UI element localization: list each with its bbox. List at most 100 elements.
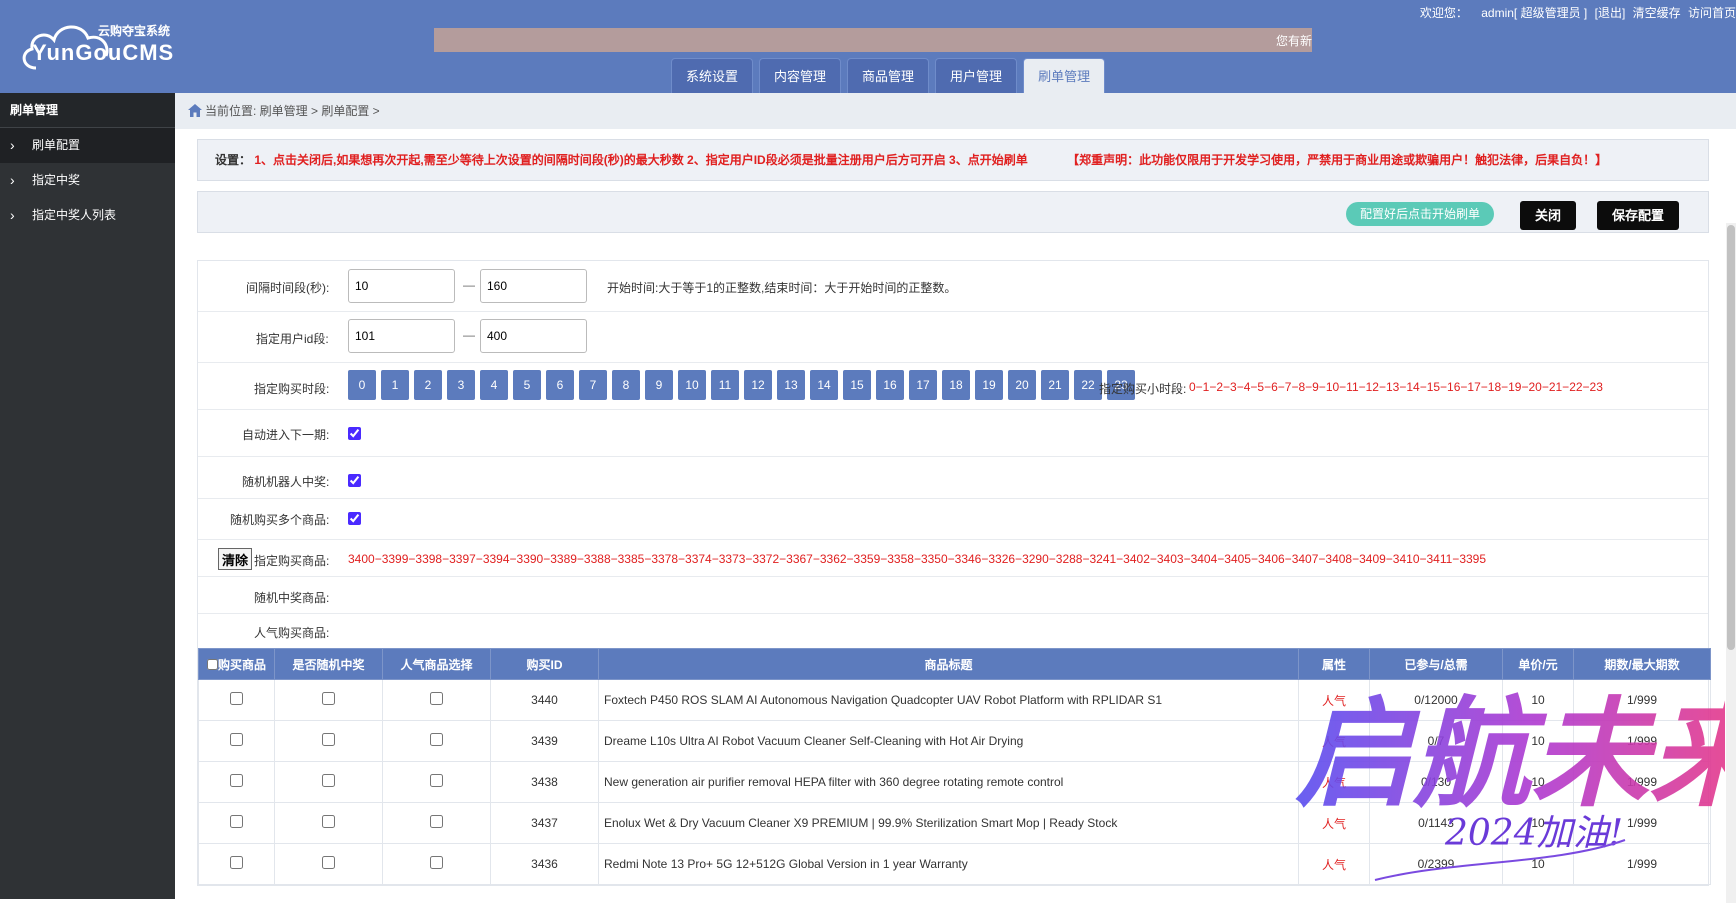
sidebar-item-assign-winner[interactable]: › 指定中奖: [0, 163, 175, 198]
hour-button[interactable]: 8: [612, 370, 640, 400]
content-area: 设置： 1、点击关闭后,如果想再次开起,需至少等待上次设置的间隔时间段(秒)的最…: [197, 139, 1711, 899]
auto-next-checkbox[interactable]: [348, 427, 361, 440]
hour-button[interactable]: 3: [447, 370, 475, 400]
settings-notice: 设置： 1、点击关闭后,如果想再次开起,需至少等待上次设置的间隔时间段(秒)的最…: [197, 139, 1709, 181]
random-win-checkbox[interactable]: [322, 815, 335, 828]
welcome-text: 欢迎您：: [1419, 6, 1468, 20]
cell-price: 10: [1502, 720, 1574, 762]
hour-button[interactable]: 15: [843, 370, 871, 400]
cell-id: 3439: [490, 720, 599, 762]
hour-button[interactable]: 18: [942, 370, 970, 400]
hour-button[interactable]: 5: [513, 370, 541, 400]
hour-button[interactable]: 19: [975, 370, 1003, 400]
hour-button[interactable]: 0: [348, 370, 376, 400]
cell-price: 10: [1502, 843, 1574, 885]
hot-checkbox[interactable]: [430, 733, 443, 746]
sidebar-item-label: 刷单配置: [32, 138, 81, 152]
hour-button[interactable]: 22: [1074, 370, 1102, 400]
header-title: 商品标题: [598, 648, 1299, 680]
interval-hint: 开始时间:大于等于1的正整数,结束时间：大于开始时间的正整数。: [607, 281, 957, 295]
multi-buy-checkbox[interactable]: [348, 512, 361, 525]
logout-link[interactable]: [退出]: [1595, 6, 1626, 20]
cell-id: 3438: [490, 761, 599, 803]
cell-title: Redmi Note 13 Pro+ 5G 12+512G Global Ver…: [598, 843, 1299, 885]
hour-button[interactable]: 14: [810, 370, 838, 400]
buy-checkbox[interactable]: [230, 692, 243, 705]
robot-win-label: 随机机器人中奖:: [242, 475, 330, 489]
sidebar-item-label: 指定中奖: [32, 173, 81, 187]
hour-button[interactable]: 12: [744, 370, 772, 400]
hot-goods-label: 人气购买商品:: [254, 626, 330, 640]
clear-goods-button[interactable]: 清除: [218, 548, 253, 570]
page-scrollbar[interactable]: [1726, 223, 1736, 903]
multi-buy-row: 随机购买多个商品:: [198, 499, 1708, 540]
logo-en-text: YunGouCMS: [32, 40, 175, 65]
buy-checkbox[interactable]: [230, 815, 243, 828]
auto-next-row: 自动进入下一期:: [198, 410, 1708, 457]
hot-checkbox[interactable]: [430, 692, 443, 705]
clear-cache-link[interactable]: 清空缓存: [1633, 6, 1681, 20]
close-button[interactable]: 关闭: [1520, 201, 1577, 230]
hour-button[interactable]: 11: [711, 370, 739, 400]
cell-progress: 0/130: [1369, 761, 1503, 803]
hour-button[interactable]: 2: [414, 370, 442, 400]
hour-button[interactable]: 4: [480, 370, 508, 400]
hour-button[interactable]: 13: [777, 370, 805, 400]
userid-to-input[interactable]: [480, 319, 587, 353]
buy-checkbox[interactable]: [230, 856, 243, 869]
logo[interactable]: 云购夺宝系统 YunGouCMS: [18, 14, 178, 74]
notice-marquee: 您有新: [434, 28, 1312, 52]
hour-button[interactable]: 21: [1041, 370, 1069, 400]
tab-user-management[interactable]: 用户管理: [935, 58, 1018, 93]
random-win-checkbox[interactable]: [322, 733, 335, 746]
hour-button[interactable]: 20: [1008, 370, 1036, 400]
buy-checkbox[interactable]: [230, 774, 243, 787]
select-all-checkbox[interactable]: [206, 658, 218, 670]
hour-button[interactable]: 1: [381, 370, 409, 400]
notice-warning: 【郑重声明：此功能仅限用于开发学习使用，严禁用于商业用途或欺骗用户！触犯法律，后…: [1067, 153, 1608, 167]
cell-title: Enolux Wet & Dry Vacuum Cleaner X9 PREMI…: [598, 802, 1299, 844]
logo-cn-text: 云购夺宝系统: [98, 24, 171, 38]
random-win-checkbox[interactable]: [322, 692, 335, 705]
goods-label: 指定购买商品:: [254, 554, 330, 568]
top-links: 欢迎您： admin[ 超级管理员 ] [退出] 清空缓存 访问首页: [1416, 4, 1736, 21]
hour-button[interactable]: 6: [546, 370, 574, 400]
cell-id: 3437: [490, 802, 599, 844]
buy-checkbox[interactable]: [230, 733, 243, 746]
hour-button[interactable]: 7: [579, 370, 607, 400]
scrollbar-thumb[interactable]: [1727, 225, 1735, 650]
start-brush-button[interactable]: 配置好后点击开始刷单: [1346, 202, 1495, 226]
chevron-right-icon: ›: [10, 137, 15, 153]
goods-row: 清除 指定购买商品: 3400−3399−3398−3397−3394−3390…: [198, 540, 1708, 577]
table-row: 3437 Enolux Wet & Dry Vacuum Cleaner X9 …: [198, 802, 1711, 844]
cell-period: 1/999: [1573, 802, 1711, 844]
robot-win-checkbox[interactable]: [348, 474, 361, 487]
cell-progress: 0/1143: [1369, 802, 1503, 844]
hot-checkbox[interactable]: [430, 815, 443, 828]
hour-button[interactable]: 16: [876, 370, 904, 400]
userid-from-input[interactable]: [348, 319, 455, 353]
table-header-row: 购买商品 是否随机中奖 人气商品选择 购买ID 商品标题 属性 已参与/总需 单…: [198, 648, 1711, 680]
interval-from-input[interactable]: [348, 269, 455, 303]
cell-attr: 人气: [1298, 761, 1370, 803]
sidebar-item-brush-config[interactable]: › 刷单配置: [0, 128, 175, 163]
tab-content-management[interactable]: 内容管理: [759, 58, 842, 93]
interval-to-input[interactable]: [480, 269, 587, 303]
save-config-button[interactable]: 保存配置: [1597, 201, 1680, 230]
user-name: admin[ 超级管理员 ]: [1481, 6, 1588, 20]
tab-system-settings[interactable]: 系统设置: [671, 58, 754, 93]
goods-ids-value: 3400−3399−3398−3397−3394−3390−3389−3388−…: [348, 552, 1487, 566]
visit-home-link[interactable]: 访问首页: [1688, 6, 1736, 20]
hot-checkbox[interactable]: [430, 774, 443, 787]
hour-button[interactable]: 10: [678, 370, 706, 400]
cell-period: 1/999: [1573, 679, 1711, 721]
sidebar-item-winner-list[interactable]: › 指定中奖人列表: [0, 198, 175, 233]
tab-brush-management[interactable]: 刷单管理: [1023, 58, 1106, 93]
hour-button[interactable]: 17: [909, 370, 937, 400]
random-win-checkbox[interactable]: [322, 774, 335, 787]
tab-goods-management[interactable]: 商品管理: [847, 58, 930, 93]
random-win-checkbox[interactable]: [322, 856, 335, 869]
hour-button[interactable]: 9: [645, 370, 673, 400]
hot-checkbox[interactable]: [430, 856, 443, 869]
header-buy-goods[interactable]: 购买商品: [198, 648, 275, 680]
